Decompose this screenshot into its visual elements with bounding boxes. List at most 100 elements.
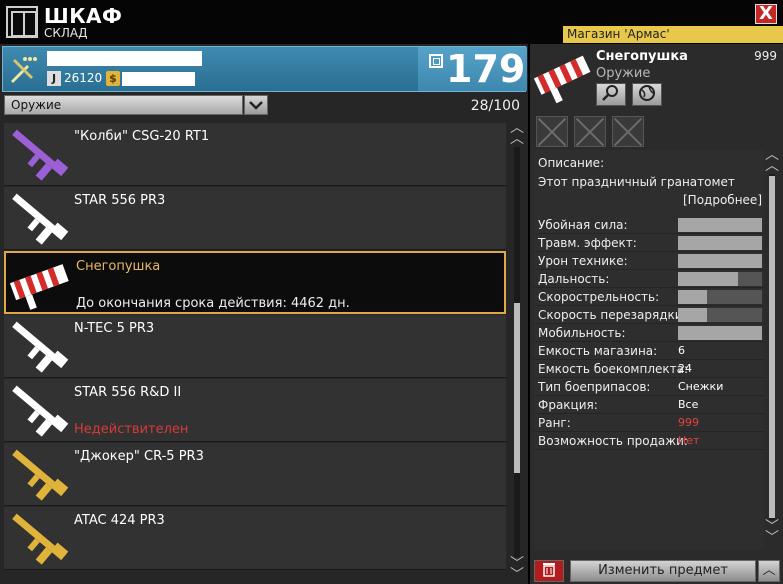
- more-details-link[interactable]: [Подробнее]: [683, 193, 762, 207]
- stat-bar-fill: [678, 326, 762, 340]
- magnifier-icon: [602, 85, 618, 101]
- stat-label: Урон технике:: [538, 254, 628, 268]
- stat-row: Убойная сила:: [534, 216, 764, 234]
- stat-bar: [678, 218, 762, 232]
- item-name: "Колби" CSG-20 RT1: [74, 129, 210, 144]
- item-name: N-TEC 5 PR3: [74, 321, 155, 336]
- window-subtitle: СКЛАД: [44, 26, 88, 40]
- rifle-icon: [12, 513, 69, 565]
- trash-icon: [543, 563, 555, 577]
- item-expiry: До окончания срока действия: 4462 дн.: [76, 296, 350, 311]
- preview-button[interactable]: [632, 83, 662, 106]
- rank-insignia-icon: [11, 57, 37, 83]
- stat-value: Нет: [678, 434, 700, 447]
- rifle-icon: [12, 385, 69, 437]
- list-item[interactable]: N-TEC 5 PR3: [4, 315, 506, 378]
- rifle-icon: [12, 193, 69, 245]
- change-item-button[interactable]: Изменить предмет: [570, 560, 756, 582]
- scroll-down-icon[interactable]: ﹀ ﹀: [764, 520, 780, 545]
- item-name: ATAC 424 PR3: [74, 513, 165, 528]
- inspect-button[interactable]: [596, 83, 626, 106]
- stat-bar-fill: [678, 272, 739, 286]
- item-list-scrollbar[interactable]: ︿ ︿ ﹀ ﹀: [509, 121, 525, 583]
- stat-bar: [678, 290, 762, 304]
- category-dropdown[interactable]: Оружие: [4, 95, 243, 115]
- description-label: Описание:: [538, 156, 605, 170]
- stat-value: 6: [678, 344, 685, 357]
- list-item[interactable]: ATAC 424 PR3: [4, 507, 506, 570]
- stat-value: 24: [678, 362, 692, 375]
- player-name-redacted: [47, 51, 202, 66]
- stats-panel: Описание: Этот праздничный гранатомет [П…: [534, 150, 764, 550]
- stat-value: Все: [678, 398, 699, 411]
- stat-row: Скорострельность:: [534, 288, 764, 306]
- stat-row: Урон технике:: [534, 252, 764, 270]
- rifle-icon: [12, 321, 69, 373]
- details-scrollbar[interactable]: ︿ ︿ ﹀ ﹀: [764, 148, 781, 550]
- level-icon: [429, 54, 443, 68]
- empty-mod-slot-icon[interactable]: [574, 116, 606, 147]
- list-item[interactable]: STAR 556 PR3: [4, 187, 506, 250]
- stat-label: Емкость магазина:: [538, 344, 658, 358]
- delete-item-button[interactable]: [534, 560, 564, 582]
- stat-bar: [678, 236, 762, 250]
- chevron-down-icon: [249, 101, 263, 110]
- close-button[interactable]: X: [755, 4, 777, 24]
- stat-row: Дальность:: [534, 270, 764, 288]
- scroll-thumb[interactable]: [514, 303, 520, 473]
- j-currency-icon: J: [47, 71, 61, 86]
- stat-row: Фракция: Все: [534, 396, 764, 414]
- scroll-thumb[interactable]: [769, 176, 775, 518]
- list-item[interactable]: Снегопушка До окончания срока действия: 4…: [4, 251, 506, 314]
- stat-row: Мобильность:: [534, 324, 764, 342]
- detail-item-name: Снегопушка: [596, 49, 688, 64]
- item-list: "Колби" CSG-20 RT1 STAR 556 PR3 Снегопушка…: [4, 123, 506, 583]
- globe-icon: [639, 85, 655, 101]
- list-item[interactable]: STAR 556 R&D II Недействителен: [4, 379, 506, 442]
- coin-value-redacted: [122, 72, 195, 86]
- empty-mod-slot-icon[interactable]: [536, 116, 568, 147]
- j-currency-value: 26120: [64, 71, 103, 85]
- rifle-icon: [12, 129, 69, 181]
- stat-bar-fill: [678, 236, 762, 250]
- scroll-up-icon[interactable]: ︿ ︿: [509, 121, 525, 146]
- item-name: STAR 556 PR3: [74, 193, 166, 208]
- stat-bar: [678, 254, 762, 268]
- title-bar: ШКАФ СКЛАД Магазин 'Армас' X: [0, 0, 783, 44]
- stat-label: Возможность продажи:: [538, 434, 688, 448]
- shop-banner[interactable]: Магазин 'Армас': [563, 26, 783, 43]
- stat-bar-fill: [678, 218, 762, 232]
- snow-launcher-icon: [9, 264, 69, 310]
- stat-bar: [678, 326, 762, 340]
- description-text: Этот праздничный гранатомет: [538, 175, 735, 189]
- inventory-panel: J 26120 $ 179 Оружие 28/100 "Колби" CSG-…: [0, 44, 528, 584]
- empty-mod-slot-icon[interactable]: [612, 116, 644, 147]
- list-item[interactable]: "Колби" CSG-20 RT1: [4, 123, 506, 186]
- category-dropdown-button[interactable]: [244, 95, 268, 115]
- stat-label: Тип боеприпасов:: [538, 380, 651, 394]
- rifle-icon: [12, 449, 69, 501]
- stat-row: Травм. эффект:: [534, 234, 764, 252]
- level-value: 179: [446, 47, 526, 91]
- stat-value: 999: [678, 416, 699, 429]
- stat-row: Емкость боекомплекта: 24: [534, 360, 764, 378]
- stat-bar: [678, 308, 762, 322]
- window-title: ШКАФ: [44, 4, 123, 28]
- stat-label: Скорострельность:: [538, 290, 660, 304]
- stat-bar-fill: [678, 290, 708, 304]
- stat-label: Дальность:: [538, 272, 610, 286]
- level-display: 179: [418, 47, 527, 91]
- item-name: "Джокер" CR-5 PR3: [74, 449, 204, 464]
- stat-label: Емкость боекомплекта:: [538, 362, 688, 376]
- snow-launcher-icon: [533, 55, 591, 104]
- chevron-up-icon[interactable]: ︿: [758, 560, 780, 582]
- item-details-panel: Снегопушка Оружие 999 Описание: Этот пра…: [530, 44, 783, 584]
- scroll-down-icon[interactable]: ﹀ ﹀: [509, 557, 525, 582]
- list-item[interactable]: "Джокер" CR-5 PR3: [4, 443, 506, 506]
- item-name: Снегопушка: [76, 259, 161, 274]
- item-status: Недействителен: [74, 422, 189, 437]
- stat-row: Тип боеприпасов: Снежки: [534, 378, 764, 396]
- stat-label: Убойная сила:: [538, 218, 628, 232]
- profile-bar: J 26120 $ 179: [2, 46, 527, 92]
- scroll-up-icon[interactable]: ︿ ︿: [764, 148, 780, 173]
